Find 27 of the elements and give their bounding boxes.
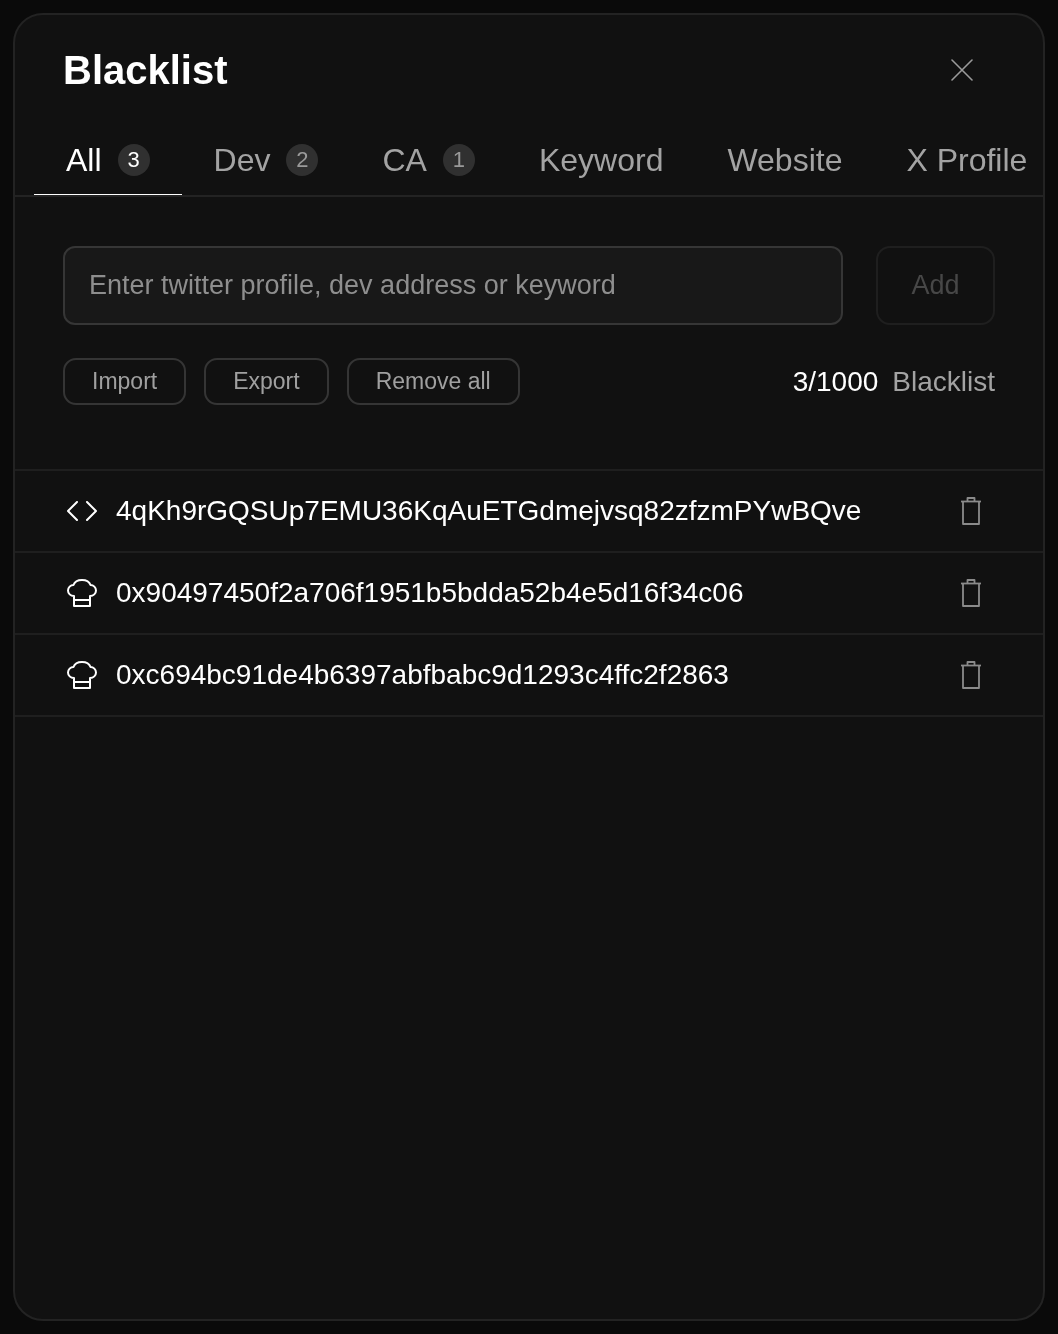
filter-tab[interactable]: Dev 2 xyxy=(181,125,351,195)
filter-tab[interactable]: Keyword xyxy=(506,125,696,195)
dialog-title: Blacklist xyxy=(63,47,228,94)
action-button[interactable]: Remove all xyxy=(346,358,520,405)
count-badge: 1 xyxy=(442,143,475,176)
search-field[interactable]: Enter twitter profile, dev address or keyword xyxy=(63,246,843,325)
blacklist-label: Blacklist xyxy=(892,364,995,399)
close-button[interactable] xyxy=(948,56,976,84)
blacklist-count: 3/1000 xyxy=(792,364,879,399)
entry-address: 0x90497450f2a706f1951b5bdda52b4e5d16f34c06 xyxy=(116,576,745,610)
trash-icon[interactable] xyxy=(960,661,982,689)
entry-address: 4qKh9rGQSUp7EMU36KqAuETGdmejvsq82zfzmPYwBQve xyxy=(116,494,863,528)
trash-icon[interactable] xyxy=(960,497,982,525)
action-button[interactable]: Export xyxy=(204,358,329,405)
code-icon xyxy=(67,501,97,521)
count-badge: 2 xyxy=(286,143,319,176)
entry-address: 0xc694bc91de4b6397abfbabc9d1293c4ffc2f2863 xyxy=(116,658,730,692)
action-button[interactable]: Import xyxy=(63,358,187,405)
filter-tab[interactable]: Website xyxy=(695,125,875,195)
filter-tab[interactable]: X Profile xyxy=(874,125,1043,195)
trash-icon[interactable] xyxy=(960,579,982,607)
filter-tab[interactable]: CA 1 xyxy=(350,125,507,195)
chef-hat-icon xyxy=(67,661,97,689)
filter-tab[interactable]: All 3 xyxy=(34,125,182,195)
count-badge: 3 xyxy=(117,143,150,176)
close-icon xyxy=(951,59,973,81)
chef-hat-icon xyxy=(67,579,97,607)
